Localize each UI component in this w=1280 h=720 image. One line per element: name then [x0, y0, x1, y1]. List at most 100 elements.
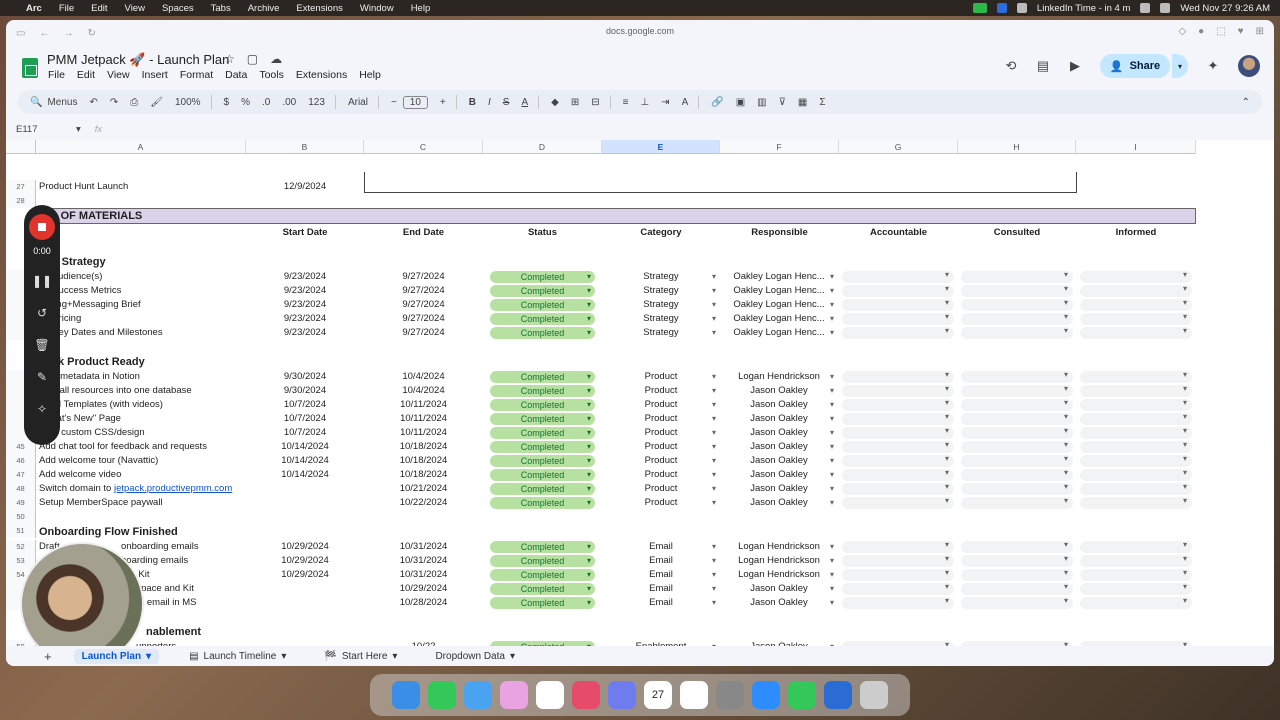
column-header-h[interactable]: H: [958, 140, 1076, 154]
responsible-chip[interactable]: Jason Oakley: [720, 582, 838, 596]
row-number[interactable]: 50: [6, 510, 36, 524]
cloud-status-icon[interactable]: ☁: [270, 52, 282, 66]
consulted-dropdown[interactable]: [961, 270, 1073, 283]
category-chip[interactable]: Strategy: [602, 298, 720, 312]
section-band[interactable]: L OF MATERIALS: [36, 208, 1196, 224]
category-chip[interactable]: Product: [602, 426, 720, 440]
informed-dropdown[interactable]: [1080, 284, 1192, 297]
gemini-icon[interactable]: ✦: [1206, 59, 1220, 73]
table-row[interactable]: 45 Add chat tool for feedback and request…: [6, 440, 1196, 454]
end-date-cell[interactable]: 9/27/2024: [364, 312, 483, 326]
consulted-dropdown[interactable]: [961, 482, 1073, 495]
start-date-cell[interactable]: 9/30/2024: [246, 370, 364, 384]
status-chip[interactable]: Completed: [490, 413, 595, 425]
responsible-chip[interactable]: Oakley Logan Henc...: [720, 284, 838, 298]
status-chip[interactable]: Completed: [490, 271, 595, 283]
category-chip[interactable]: Email: [602, 582, 720, 596]
column-header-f[interactable]: F: [720, 140, 839, 154]
category-chip[interactable]: Product: [602, 482, 720, 496]
task-cell[interactable]: ne Key Dates and Milestones: [39, 326, 244, 340]
end-date-cell[interactable]: 10/11/2024: [364, 398, 483, 412]
end-date-cell[interactable]: 10/31/2024: [364, 568, 483, 582]
menu-view[interactable]: View: [107, 69, 130, 81]
category-chip[interactable]: Email: [602, 596, 720, 610]
informed-dropdown[interactable]: [1080, 582, 1192, 595]
row-number[interactable]: 48: [6, 482, 36, 496]
task-cell[interactable]: bine all resources into one database: [39, 384, 244, 398]
share-button[interactable]: 👤 Share: [1100, 54, 1170, 78]
responsible-chip[interactable]: Jason Oakley: [720, 468, 838, 482]
section-title[interactable]: nablement: [146, 624, 351, 640]
consulted-dropdown[interactable]: [961, 496, 1073, 509]
table-row[interactable]: ne Audience(s) 9/23/2024 9/27/2024 Complete…: [6, 270, 1196, 284]
percent-button[interactable]: %: [241, 97, 250, 108]
consulted-dropdown[interactable]: [961, 412, 1073, 425]
status-chip[interactable]: Completed: [490, 497, 595, 509]
chevron-down-icon[interactable]: ▾: [392, 651, 397, 662]
menu-edit[interactable]: Edit: [77, 69, 95, 81]
table-row[interactable]: "What's New" Page 10/7/2024 10/11/2024 Comp…: [6, 412, 1196, 426]
row-number[interactable]: 51: [6, 524, 36, 538]
quicktime-icon[interactable]: [824, 681, 852, 709]
menubar-item-archive[interactable]: Archive: [248, 3, 280, 14]
informed-dropdown[interactable]: [1080, 270, 1192, 283]
category-chip[interactable]: Email: [602, 568, 720, 582]
accountable-dropdown[interactable]: [842, 540, 954, 553]
filter-views-icon[interactable]: ▦: [798, 97, 807, 108]
align-icon[interactable]: ≡: [623, 97, 629, 108]
accountable-dropdown[interactable]: [842, 426, 954, 439]
tab-launch-timeline[interactable]: ▤ Launch Timeline ▾: [181, 649, 294, 664]
font-select[interactable]: Arial: [348, 97, 368, 108]
accountable-dropdown[interactable]: [842, 412, 954, 425]
move-folder-icon[interactable]: ▢: [247, 52, 258, 66]
table-row[interactable]: come email in MS10/28/2024CompletedEmail…: [6, 596, 1196, 610]
consulted-dropdown[interactable]: [961, 540, 1073, 553]
column-header-e[interactable]: E: [602, 140, 720, 154]
start-date-cell[interactable]: 10/14/2024: [246, 440, 364, 454]
decrease-decimal-button[interactable]: .0: [262, 97, 270, 108]
share-dropdown-icon[interactable]: ▾: [1172, 54, 1188, 78]
zoom-status-icon[interactable]: [996, 3, 1007, 13]
status-chip[interactable]: Completed: [490, 285, 595, 297]
merge-cells-icon[interactable]: ⊟: [591, 97, 599, 108]
tab-launch-plan[interactable]: Launch Plan ▾: [73, 648, 160, 664]
start-date-cell[interactable]: 9/23/2024: [246, 270, 364, 284]
filter-icon[interactable]: ⊽: [779, 97, 786, 108]
slack-icon[interactable]: [536, 681, 564, 709]
accountable-dropdown[interactable]: [842, 384, 954, 397]
system-settings-icon[interactable]: [716, 681, 744, 709]
end-date-cell[interactable]: 9/27/2024: [364, 326, 483, 340]
chevron-down-icon[interactable]: ▾: [281, 651, 286, 662]
informed-dropdown[interactable]: [1080, 454, 1192, 467]
consulted-dropdown[interactable]: [961, 426, 1073, 439]
end-date-cell[interactable]: 10/4/2024: [364, 370, 483, 384]
menu-format[interactable]: Format: [180, 69, 213, 81]
category-chip[interactable]: Email: [602, 540, 720, 554]
search-menubar-icon[interactable]: [1160, 3, 1171, 13]
category-chip[interactable]: Product: [602, 468, 720, 482]
tab-dropdown-data[interactable]: Dropdown Data ▾: [427, 649, 523, 664]
consulted-dropdown[interactable]: [961, 326, 1073, 339]
menubar-item-window[interactable]: Window: [360, 3, 394, 14]
start-date-cell[interactable]: 10/29/2024: [246, 540, 364, 554]
status-chip[interactable]: Completed: [490, 327, 595, 339]
settings-status-icon[interactable]: [1016, 3, 1027, 13]
category-chip[interactable]: Product: [602, 398, 720, 412]
italic-icon[interactable]: I: [488, 97, 491, 108]
table-row[interactable]: 47 Add welcome video 10/14/2024 10/18/2024 C…: [6, 468, 1196, 482]
menubar-item-file[interactable]: File: [59, 3, 74, 14]
end-date-cell[interactable]: 10/18/2024: [364, 454, 483, 468]
informed-dropdown[interactable]: [1080, 440, 1192, 453]
stop-recording-button[interactable]: [29, 214, 55, 240]
informed-dropdown[interactable]: [1080, 426, 1192, 439]
responsible-chip[interactable]: Oakley Logan Henc...: [720, 326, 838, 340]
category-chip[interactable]: Product: [602, 454, 720, 468]
category-chip[interactable]: Product: [602, 384, 720, 398]
column-header-c[interactable]: C: [364, 140, 483, 154]
informed-dropdown[interactable]: [1080, 568, 1192, 581]
chart-icon[interactable]: ▥: [757, 97, 766, 108]
tab-start-here[interactable]: 🏁 Start Here ▾: [316, 649, 405, 664]
category-chip[interactable]: Strategy: [602, 284, 720, 298]
responsible-chip[interactable]: Jason Oakley: [720, 384, 838, 398]
menubar-item-edit[interactable]: Edit: [91, 3, 107, 14]
